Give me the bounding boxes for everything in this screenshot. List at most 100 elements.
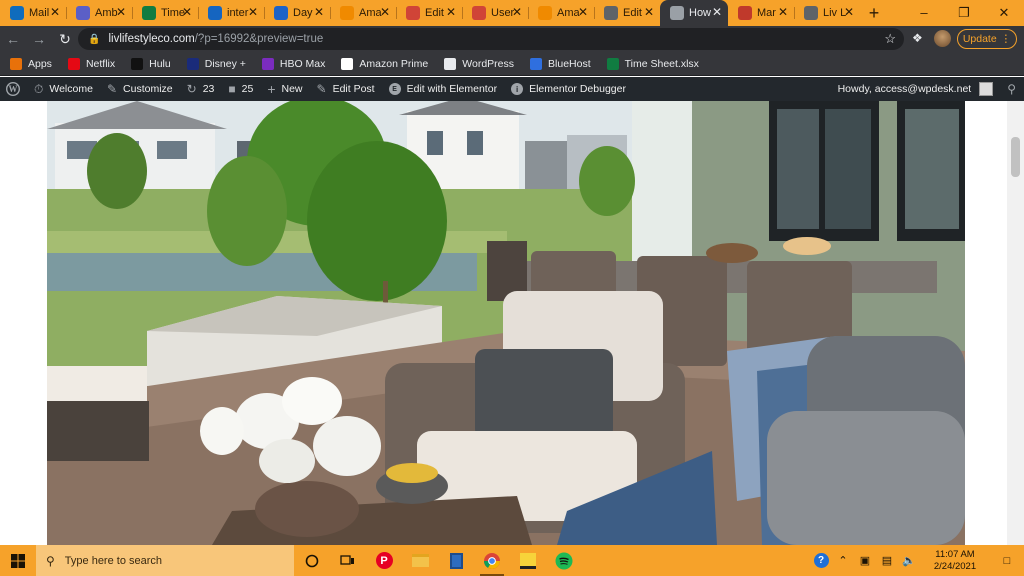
user-avatar[interactable] — [979, 82, 994, 96]
url-path: /?p=16992&preview=true — [194, 33, 324, 45]
globe-icon — [804, 6, 818, 20]
wp-comments[interactable]: ■ 25 — [228, 82, 253, 96]
reload-icon[interactable]: ↻ — [52, 31, 78, 48]
chevron-up-icon[interactable]: ⌃ — [832, 554, 854, 567]
update-button[interactable]: Update ⋮ — [957, 29, 1017, 49]
restore-icon[interactable]: ❐ — [944, 0, 984, 26]
address-bar[interactable]: 🔒 livlifestyleco.com/?p=16992&preview=tr… — [78, 28, 904, 50]
pinterest-glyph: P — [375, 552, 393, 569]
bookmark-item[interactable]: Time Sheet.xlsx — [606, 57, 699, 70]
comment-icon: ■ — [228, 82, 236, 96]
bookmarks-bar: Apps Netflix Hulu Disney + HBO Max Amazon Pri… — [0, 52, 1024, 76]
wp-elementor-debugger[interactable]: i Elementor Debugger — [511, 83, 626, 95]
search-icon[interactable]: ⚲ — [1007, 82, 1016, 96]
browser-tab-strip: Mail ✕ Amb ✕ Time ✕ inter ✕ Day ✕ Ama ✕ Edit ✕ User ✕ Am… — [0, 0, 1024, 26]
browser-tab[interactable]: Time ✕ — [132, 0, 198, 26]
volume-muted-icon[interactable]: 🔈 — [898, 554, 920, 567]
cortana-icon[interactable] — [294, 545, 330, 576]
taskbar-search-box[interactable]: ⚲ Type here to search — [36, 545, 294, 576]
tab-close-icon[interactable]: ✕ — [512, 5, 522, 19]
circle-arc-icon — [274, 6, 288, 20]
extensions-puzzle-icon[interactable]: ❖ — [912, 31, 923, 45]
file-explorer-icon[interactable] — [402, 545, 438, 576]
netflix-icon — [67, 57, 80, 70]
tab-close-icon[interactable]: ✕ — [182, 5, 192, 19]
clock[interactable]: 11:07 AM 2/24/2021 — [920, 549, 990, 573]
bookmark-item[interactable]: Hulu — [131, 57, 171, 70]
excel-icon — [142, 6, 156, 20]
profile-avatar[interactable] — [934, 30, 951, 47]
wp-edit-elementor[interactable]: E Edit with Elementor — [388, 83, 498, 95]
tab-close-icon[interactable]: ✕ — [578, 5, 588, 19]
bookmark-item[interactable]: BlueHost — [530, 57, 591, 70]
bookmark-item[interactable]: WordPress — [444, 57, 514, 70]
browser-tab[interactable]: User ✕ — [462, 0, 528, 26]
bookmark-label: Disney + — [204, 57, 246, 70]
browser-tab[interactable]: Edit ✕ — [594, 0, 660, 26]
browser-tab[interactable]: Ama ✕ — [330, 0, 396, 26]
red-logo-icon — [738, 6, 752, 20]
browser-tab[interactable]: Mar ✕ — [728, 0, 794, 26]
task-view-icon[interactable] — [330, 545, 366, 576]
bookmark-item[interactable]: Netflix — [67, 57, 115, 70]
chrome-app-icon[interactable] — [474, 545, 510, 576]
browser-tab[interactable]: Edit ✕ — [396, 0, 462, 26]
spotify-glyph — [555, 552, 573, 569]
tab-close-icon[interactable]: ✕ — [314, 5, 324, 19]
wp-edit-post[interactable]: ✎ Edit Post — [317, 82, 375, 96]
browser-tab[interactable]: Day ✕ — [264, 0, 330, 26]
edit-elementor-label: Edit with Elementor — [406, 83, 498, 95]
battery-icon[interactable]: ▤ — [876, 554, 898, 567]
howdy-user[interactable]: Howdy, access@wpdesk.net — [838, 83, 972, 95]
meet-now-icon[interactable]: ▣ — [854, 554, 876, 567]
tab-close-icon[interactable]: ✕ — [778, 5, 788, 19]
clock-date: 2/24/2021 — [933, 560, 977, 572]
bookmark-item[interactable]: Disney + — [186, 57, 246, 70]
calculator-icon[interactable] — [438, 545, 474, 576]
notification-icon[interactable]: □ — [990, 555, 1024, 567]
back-icon[interactable]: ← — [0, 31, 26, 47]
browser-tab[interactable]: How ✕ — [660, 0, 728, 26]
wp-new[interactable]: + New — [267, 81, 302, 97]
wp-customize[interactable]: ✎ Customize — [107, 82, 173, 96]
new-tab-icon[interactable]: + — [860, 0, 888, 26]
tab-close-icon[interactable]: ✕ — [644, 5, 654, 19]
pinterest-app-icon[interactable]: P — [366, 545, 402, 576]
tab-close-icon[interactable]: ✕ — [712, 5, 722, 19]
tab-close-icon[interactable]: ✕ — [844, 5, 854, 19]
lock-icon[interactable]: 🔒 — [88, 34, 100, 45]
vertical-scrollbar[interactable] — [1007, 101, 1024, 545]
bookmark-item[interactable]: Apps — [10, 57, 52, 70]
start-button[interactable] — [0, 545, 36, 576]
bookmark-item[interactable]: Amazon Prime — [341, 57, 428, 70]
minimize-icon[interactable]: – — [904, 0, 944, 26]
forward-icon[interactable]: → — [26, 31, 52, 47]
bookmark-star-icon[interactable]: ☆ — [884, 31, 896, 47]
close-window-icon[interactable]: ✕ — [984, 0, 1024, 26]
updates-icon: ↻ — [186, 82, 197, 96]
browser-tab[interactable]: Amb ✕ — [66, 0, 132, 26]
wordpress-logo-button[interactable]: W — [6, 82, 20, 96]
bookmark-label: Apps — [28, 57, 52, 70]
browser-tab[interactable]: Liv L ✕ — [794, 0, 860, 26]
scrollbar-thumb[interactable] — [1011, 137, 1020, 177]
tab-close-icon[interactable]: ✕ — [380, 5, 390, 19]
browser-tab[interactable]: Ama ✕ — [528, 0, 594, 26]
bookmark-label: BlueHost — [548, 57, 591, 70]
sticky-notes-icon[interactable] — [510, 545, 546, 576]
bookmark-item[interactable]: HBO Max — [261, 57, 325, 70]
stick-figure-icon — [208, 6, 222, 20]
wp-updates[interactable]: ↻ 23 — [187, 82, 215, 96]
tab-close-icon[interactable]: ✕ — [446, 5, 456, 19]
spotify-icon[interactable] — [546, 545, 582, 576]
wp-welcome[interactable]: ⏱ Welcome — [34, 82, 93, 97]
browser-tab[interactable]: Mail ✕ — [0, 0, 66, 26]
tab-close-icon[interactable]: ✕ — [116, 5, 126, 19]
tab-close-icon[interactable]: ✕ — [248, 5, 258, 19]
browser-tab[interactable]: inter ✕ — [198, 0, 264, 26]
system-tray: ? ⌃ ▣ ▤ 🔈 11:07 AM 2/24/2021 □ — [810, 545, 1024, 576]
help-icon[interactable]: ? — [810, 553, 832, 568]
cortana-circle — [305, 554, 319, 567]
broken-link-icon — [472, 6, 486, 20]
tab-close-icon[interactable]: ✕ — [50, 5, 60, 19]
